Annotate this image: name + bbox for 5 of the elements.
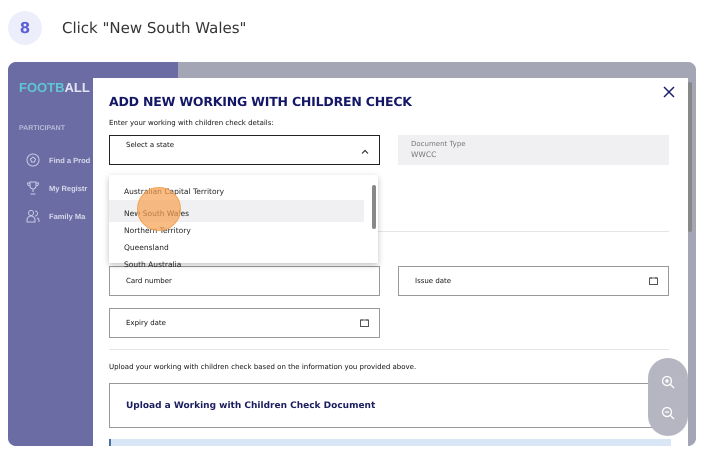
step-number: 8 — [8, 11, 42, 45]
logo: FOOTBALL — [19, 80, 91, 95]
upload-title: Upload a Working with Children Check Document — [126, 400, 376, 410]
modal-title: ADD NEW WORKING WITH CHILDREN CHECK — [109, 94, 414, 109]
step-instruction: Click "New South Wales" — [62, 19, 246, 37]
